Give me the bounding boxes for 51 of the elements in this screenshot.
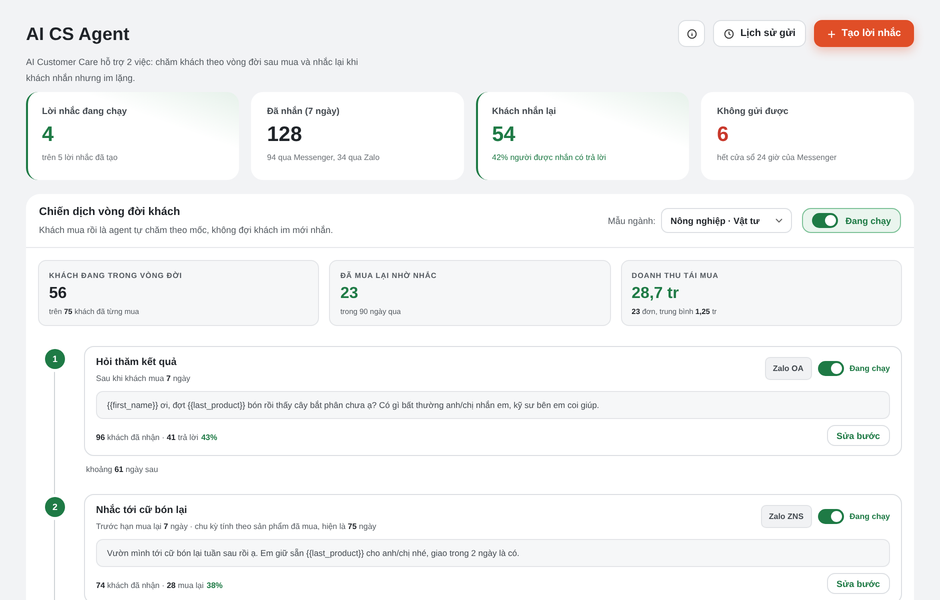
page-description: AI Customer Care hỗ trợ 2 việc: chăm khách theo vòng đời sau mua và nhắc lại khi khách nhắn nhưng im lặng.: [26, 56, 359, 85]
step-result: 96 khách đã nhận · 41 trả lời: [96, 432, 198, 442]
metric-value: 23: [340, 285, 360, 303]
step-timing: Trước hạn mua lại 7 ngày · chu kỳ tính theo sản phẩm đã mua, hiện là 75 ngày: [96, 522, 376, 531]
stat-value: 128: [267, 123, 304, 147]
step-result: 74 khách đã nhận · 28 mua lại: [96, 580, 204, 590]
stat-value: 54: [492, 123, 516, 147]
info-button[interactable]: [678, 20, 706, 47]
clock-icon: [724, 28, 734, 38]
template-label: Mẫu ngành:: [608, 216, 656, 226]
step-title: Nhắc tới cữ bón lại: [96, 505, 188, 516]
page-title: AI CS Agent: [26, 24, 130, 45]
step-status: Đang chạy: [850, 512, 890, 521]
create-reminder-button[interactable]: + Tạo lời nhắc: [814, 20, 914, 47]
metric-value: 56: [49, 285, 68, 303]
stat-note: hết cửa sổ 24 giờ của Messenger: [717, 153, 838, 162]
history-button[interactable]: Lịch sử gửi: [713, 20, 806, 47]
template-dropdown[interactable]: Nông nghiệp · Vật tư: [661, 208, 792, 233]
toggle-switch[interactable]: [818, 509, 844, 524]
step-number: 1: [45, 349, 65, 369]
stat-note: 94 qua Messenger, 34 qua Zalo: [267, 153, 381, 162]
stat-note: trên 5 lời nhắc đã tạo: [42, 153, 119, 162]
step-status: Đang chạy: [850, 364, 890, 373]
channel-tag: Zalo OA: [764, 357, 812, 380]
response-rate: 38%: [206, 580, 223, 590]
stat-note: 42% người được nhắn có trả lời: [492, 153, 608, 162]
edit-step-button[interactable]: Sửa bước: [826, 425, 890, 446]
response-rate: 43%: [201, 432, 218, 442]
step-title: Hỏi thăm kết quả: [96, 357, 178, 368]
campaign-title: Chiến dịch vòng đời khách: [39, 206, 182, 218]
info-icon: [686, 28, 697, 38]
toggle-switch[interactable]: [812, 213, 838, 228]
step-number: 2: [45, 497, 65, 517]
edit-step-button[interactable]: Sửa bước: [826, 573, 890, 594]
message-template: Vườn mình tới cữ bón lại tuần sau rồi ạ. Em giữ sẵn {{last_product}} cho anh/chị nhé, giao trong 2 ngày là có.: [96, 539, 890, 567]
stat-value: 6: [717, 123, 730, 147]
toggle-switch[interactable]: [818, 361, 844, 376]
campaign-status-toggle[interactable]: Đang chạy: [802, 208, 901, 233]
stat-value: 4: [42, 123, 55, 147]
stat-label: Khách nhắn lại: [492, 106, 558, 116]
stat-label: Không gửi được: [717, 106, 790, 116]
step-timing: Sau khi khách mua 7 ngày: [96, 374, 190, 383]
message-template: {{first_name}} ơi, đợt {{last_product}} bón rồi thấy cây bắt phân chưa ạ? Có gì bất thường anh/chị nhắn em, kỹ sư bên em coi giúp.: [96, 391, 890, 419]
stat-label: Lời nhắc đang chạy: [42, 106, 128, 116]
chevron-down-icon: [775, 218, 784, 223]
campaign-description: Khách mua rồi là agent tự chăm theo mốc, không đợi khách im mới nhắn.: [39, 225, 333, 235]
plus-icon: +: [827, 26, 836, 42]
step-gap: khoảng 61 ngày sau: [85, 464, 160, 476]
metric-value: 28,7 tr: [632, 285, 680, 303]
stat-label: Đã nhắn (7 ngày): [267, 106, 341, 116]
channel-tag: Zalo ZNS: [760, 505, 812, 528]
